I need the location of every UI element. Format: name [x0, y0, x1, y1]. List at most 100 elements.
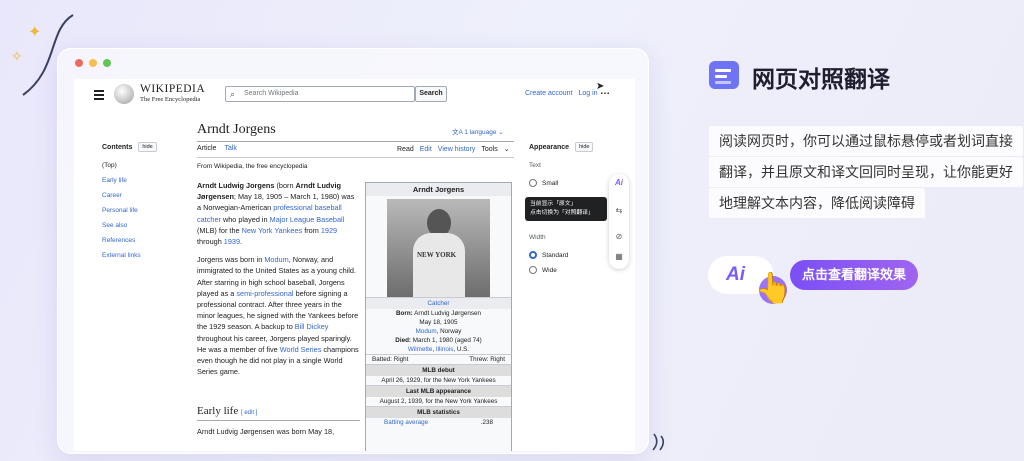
article-source-note: From Wikipedia, the free encyclopedia	[197, 163, 308, 170]
tab-talk[interactable]: Talk	[224, 145, 236, 152]
section-title: Early life	[197, 405, 239, 417]
search-button[interactable]: Search	[415, 86, 447, 102]
view-tabs: Read Edit View history Tools ⌄	[397, 145, 516, 153]
wikipedia-page: WIKIPEDIA The Free Encyclopedia ⌕ Search…	[74, 79, 635, 451]
illinois-link[interactable]: Illinois	[436, 346, 454, 353]
toc-item-references[interactable]: References	[102, 237, 182, 244]
translate-tooltip: 当前显示「原文」 点击切换为「对照翻译」	[525, 197, 607, 221]
close-dot[interactable]	[75, 59, 83, 67]
toc-item-top[interactable]: (Top)	[102, 162, 182, 169]
article-body: Arndt Ludwig Jorgens (born Arndt Ludvig …	[197, 180, 360, 384]
user-links: Create account Log in	[525, 90, 604, 97]
promo-line-3: 地理解文本内容，降低阅读障碍	[709, 188, 925, 218]
section-heading-early-life: Early life [ edit ]	[197, 405, 257, 417]
pointer-hand-icon: 👆	[755, 272, 793, 305]
maximize-dot[interactable]	[103, 59, 111, 67]
disable-icon[interactable]: ⊘	[613, 232, 625, 241]
player-photo[interactable]: NEW YORK	[387, 199, 490, 297]
radio-circle	[529, 266, 537, 274]
create-account-link[interactable]: Create account	[525, 90, 572, 97]
toc-item-external-links[interactable]: External links	[102, 252, 182, 259]
infobox-debut: April 26, 1929, for the New York Yankees	[381, 377, 496, 384]
sparkle-icon: ✦	[28, 24, 42, 41]
summary-link[interactable]: Modum	[264, 255, 288, 264]
search-placeholder: Search Wikipedia	[244, 90, 299, 97]
wikipedia-globe-icon[interactable]	[114, 84, 134, 104]
search-input[interactable]: ⌕ Search Wikipedia	[225, 86, 415, 102]
infobox-last: August 2, 1939, for the New York Yankees	[379, 398, 498, 405]
intro-link[interactable]: catcher	[197, 215, 221, 224]
wilmette-link[interactable]: Wilmette	[408, 346, 433, 353]
translate-toggle-icon[interactable]: ⇆	[613, 206, 625, 215]
menu-icon[interactable]	[94, 90, 104, 102]
paragraph-summary: Jorgens was born in Modum, Norway, and i…	[197, 254, 360, 377]
summary-link[interactable]: semi-professional	[236, 289, 293, 298]
translate-icon: 文A	[452, 129, 465, 136]
mouse-cursor-icon: ➤	[596, 81, 605, 92]
intro-text: through	[197, 237, 224, 247]
ai-logo-icon[interactable]: Ai	[613, 178, 625, 187]
infobox-born-date: May 18, 1905	[419, 319, 458, 326]
document-icon	[709, 61, 739, 89]
text-size-label: Text	[529, 162, 541, 169]
infobox-position[interactable]: Catcher	[366, 297, 511, 309]
window-controls	[75, 59, 111, 67]
infobox-bat-throw: Batted: Right Threw: Right	[366, 354, 511, 364]
intro-text: (born	[274, 181, 296, 190]
toc-hide-button[interactable]: hide	[138, 142, 157, 152]
radio-circle-selected	[529, 251, 537, 259]
infobox-died: Died: March 1, 1980 (aged 74)	[395, 337, 482, 344]
intro-text: (MLB) for the	[197, 225, 242, 235]
infobox-stat-row: Batting average .238	[384, 419, 493, 426]
toc-item-personal-life[interactable]: Personal life	[102, 207, 182, 214]
section-text: Arndt Ludvig Jørgensen was born May 18,	[197, 427, 335, 436]
promo-line-2: 翻译，并且原文和译文回同时呈现，让你能更好	[709, 157, 1023, 187]
translator-floating-toolbar: Ai ⇆ ⊘ ▦	[609, 174, 629, 269]
tab-article[interactable]: Article	[197, 145, 216, 152]
view-translation-button[interactable]: 点击查看翻译效果	[790, 260, 918, 290]
divider	[197, 141, 514, 142]
infobox-last-header: Last MLB appearance	[366, 385, 511, 397]
appearance-hide-button[interactable]: hide	[575, 142, 594, 152]
intro-link[interactable]: professional baseball	[273, 203, 342, 212]
grid-icon[interactable]: ▦	[613, 252, 625, 261]
tab-read[interactable]: Read	[397, 146, 414, 153]
wiki-logo-subtitle: The Free Encyclopedia	[140, 96, 201, 103]
promo-title: 网页对照翻译	[752, 66, 890, 92]
intro-text: Arndt Ludwig Jorgens	[197, 181, 275, 190]
search-icon: ⌕	[230, 89, 236, 99]
summary-link[interactable]: World Series	[280, 345, 322, 354]
modum-link[interactable]: Modum	[416, 328, 437, 335]
divider	[197, 420, 360, 421]
toc-item-career[interactable]: Career	[102, 192, 182, 199]
sparkle-icon: ✧	[11, 48, 23, 64]
toc-item-early-life[interactable]: Early life	[102, 177, 182, 184]
summary-text: Jorgens was born in	[197, 255, 265, 265]
browser-window: WIKIPEDIA The Free Encyclopedia ⌕ Search…	[57, 48, 649, 454]
language-label: 1 language	[464, 129, 497, 136]
tab-tools[interactable]: Tools	[481, 146, 497, 153]
batting-average-link[interactable]: Batting average	[384, 419, 428, 426]
decorative-lines	[652, 433, 665, 451]
section-edit-link[interactable]: [ edit ]	[241, 410, 257, 416]
paragraph-intro: Arndt Ludwig Jorgens (born Arndt Ludvig …	[197, 180, 360, 247]
tab-view-history[interactable]: View history	[438, 146, 476, 153]
infobox: Arndt Jorgens NEW YORK Catcher Born: Arn…	[365, 182, 512, 451]
toc-item-see-also[interactable]: See also	[102, 222, 182, 229]
intro-link[interactable]: 1939	[224, 237, 240, 246]
login-link[interactable]: Log in	[578, 90, 597, 97]
intro-link[interactable]: New York Yankees	[242, 226, 303, 235]
summary-link[interactable]: Bill Dickey	[295, 322, 329, 331]
radio-circle	[529, 179, 537, 187]
wiki-header: WIKIPEDIA The Free Encyclopedia ⌕ Search…	[74, 79, 635, 111]
infobox-stats-header: MLB statistics	[366, 406, 511, 418]
language-button[interactable]: 文A 1 language ⌄	[452, 126, 504, 136]
intro-link[interactable]: Major League Baseball	[270, 215, 345, 224]
article-tabs: Article Talk	[197, 145, 245, 152]
infobox-debut-header: MLB debut	[366, 364, 511, 376]
tab-edit[interactable]: Edit	[420, 146, 432, 153]
minimize-dot[interactable]	[89, 59, 97, 67]
intro-link[interactable]: 1929	[321, 226, 337, 235]
infobox-born-name: Born: Arndt Ludvig Jørgensen	[395, 310, 482, 317]
wiki-logo-title[interactable]: WIKIPEDIA	[140, 83, 205, 95]
